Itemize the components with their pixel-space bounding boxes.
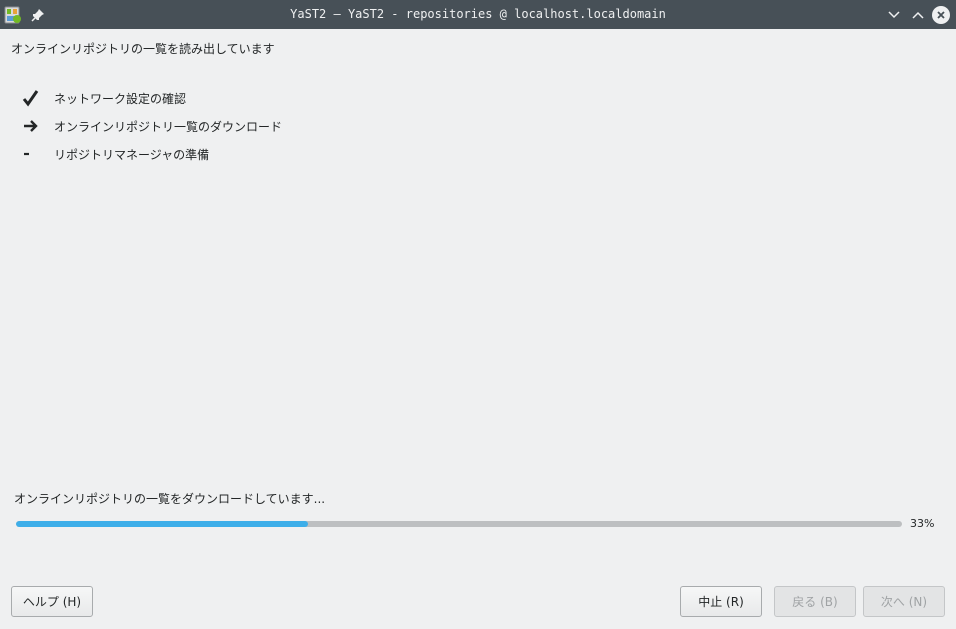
- yast-window: YaST2 — YaST2 - repositories @ localhost…: [0, 0, 956, 629]
- chevron-down-icon: [888, 11, 900, 19]
- step-label: オンラインリポジトリ一覧のダウンロード: [54, 119, 283, 134]
- checkmark-icon: [22, 87, 54, 109]
- close-button[interactable]: [931, 5, 951, 25]
- minimize-button[interactable]: [884, 5, 904, 25]
- step-item: リポジトリマネージャの準備: [22, 140, 282, 168]
- progress-label: オンラインリポジトリの一覧をダウンロードしています...: [14, 492, 326, 506]
- next-button[interactable]: 次へ (N): [863, 586, 945, 617]
- abort-button[interactable]: 中止 (R): [680, 586, 762, 617]
- arrow-right-icon: [22, 115, 54, 137]
- step-item: オンラインリポジトリ一覧のダウンロード: [22, 112, 282, 140]
- back-button[interactable]: 戻る (B): [774, 586, 856, 617]
- step-label: リポジトリマネージャの準備: [54, 147, 210, 162]
- close-icon: [932, 6, 950, 24]
- pin-icon[interactable]: [31, 7, 45, 22]
- dash-icon: [22, 143, 54, 165]
- step-item: ネットワーク設定の確認: [22, 84, 282, 112]
- chevron-up-icon: [912, 11, 924, 19]
- progress-bar-fill: [16, 521, 309, 527]
- step-list: ネットワーク設定の確認 オンラインリポジトリ一覧のダウンロード リポジトリマネー…: [22, 84, 282, 168]
- page-heading: オンラインリポジトリの一覧を読み出しています: [11, 42, 275, 56]
- title-bar[interactable]: YaST2 — YaST2 - repositories @ localhost…: [0, 0, 956, 29]
- progress-percent: 33%: [910, 517, 935, 530]
- maximize-button[interactable]: [908, 5, 928, 25]
- window-title: YaST2 — YaST2 - repositories @ localhost…: [290, 7, 666, 21]
- step-label: ネットワーク設定の確認: [54, 91, 187, 106]
- yast-app-icon[interactable]: [4, 5, 22, 24]
- progress-bar: [16, 521, 902, 527]
- help-button[interactable]: ヘルプ (H): [11, 586, 93, 617]
